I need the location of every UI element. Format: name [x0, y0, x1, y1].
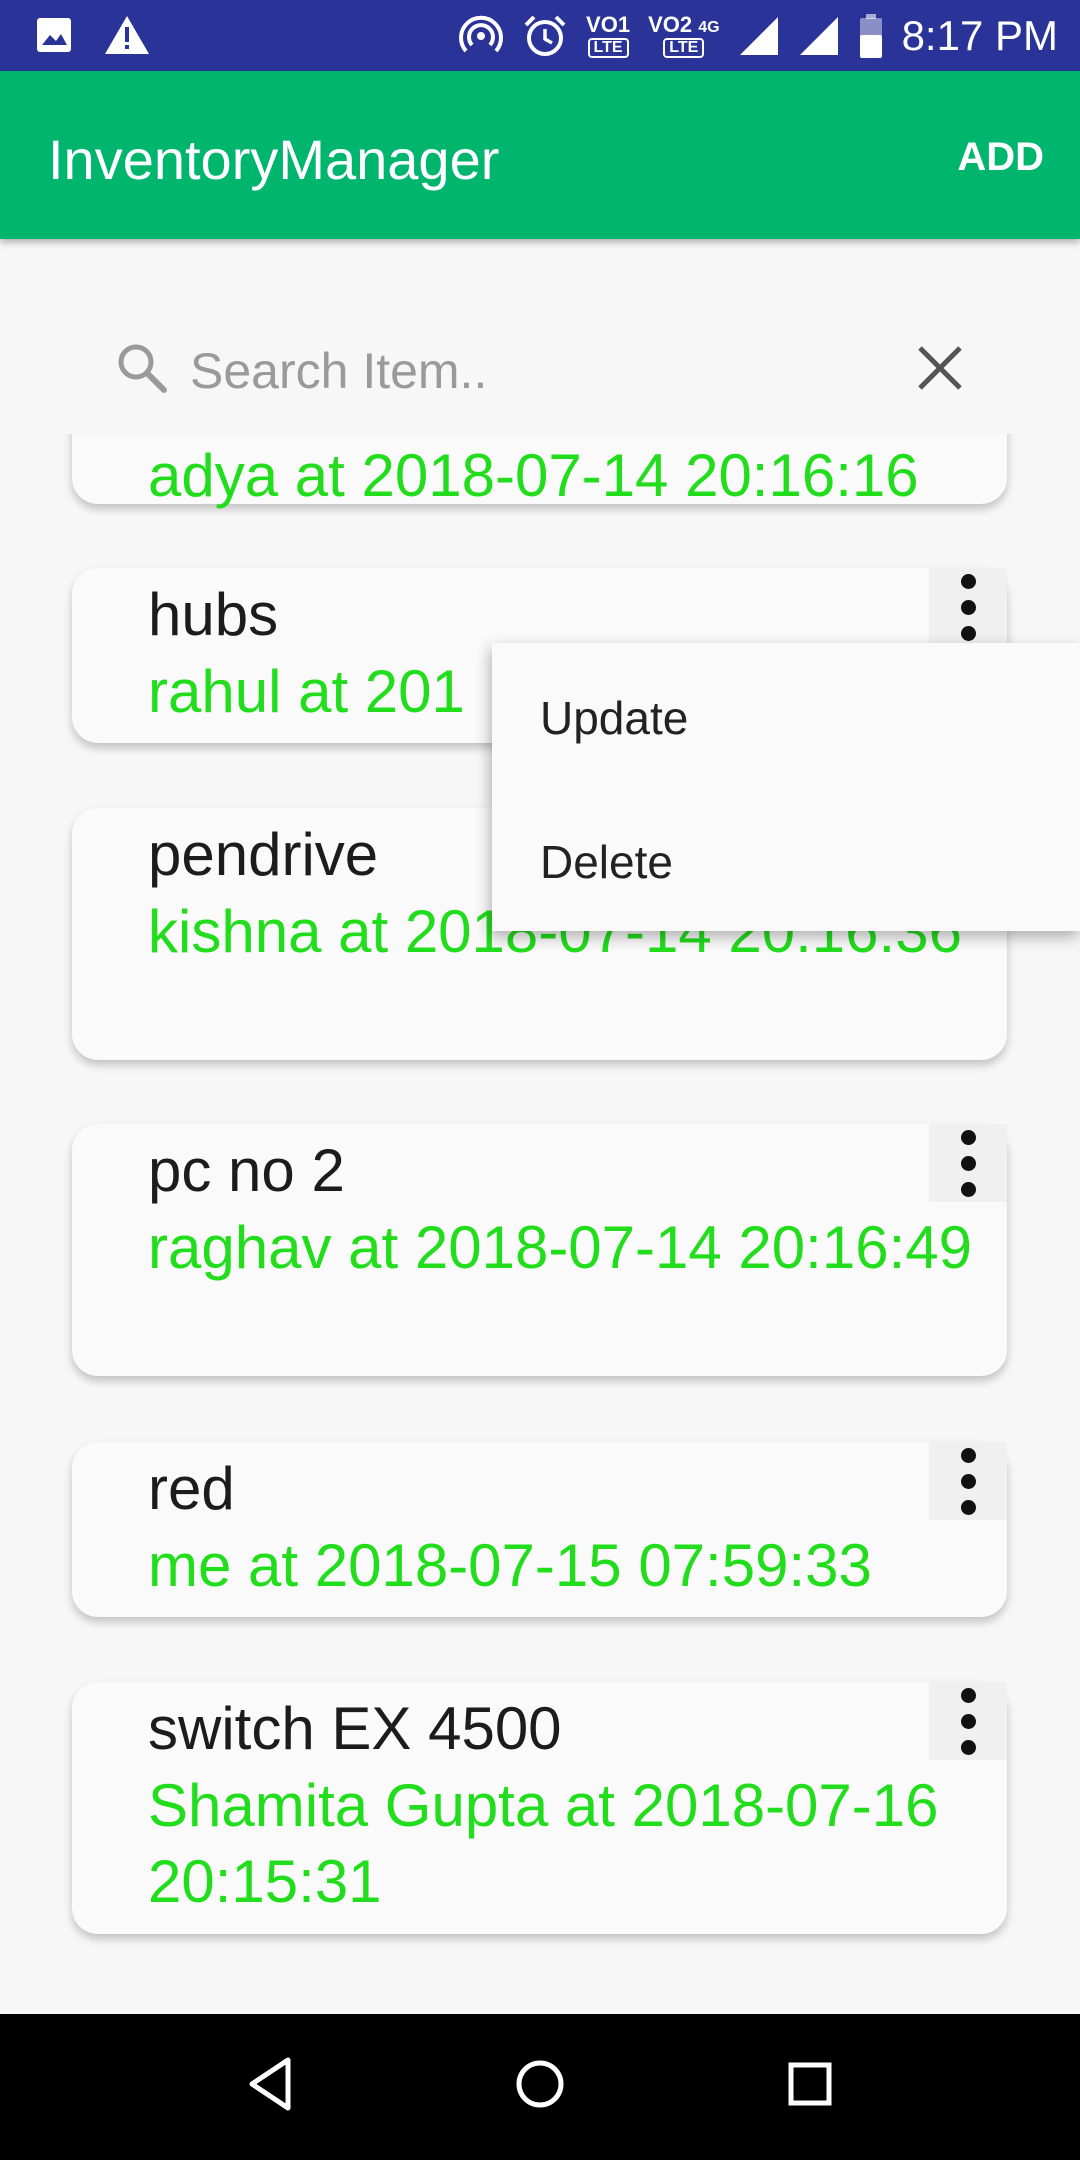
item-subtitle: adya at 2018-07-14 20:16:16	[148, 442, 919, 509]
item-title: red	[148, 1455, 235, 1522]
image-icon	[37, 18, 71, 52]
search-bar	[110, 330, 990, 412]
search-input[interactable]	[188, 330, 892, 412]
back-icon[interactable]	[246, 2054, 296, 2114]
list-item[interactable]: red me at 2018-07-15 07:59:33	[72, 1442, 1007, 1617]
status-bar-system: VO1 LTE VO2 4G LTE 8:17 PM	[458, 0, 1058, 71]
navigation-bar	[0, 2014, 1080, 2160]
item-title: pendrive	[148, 821, 379, 888]
menu-item-update[interactable]: Update	[540, 691, 688, 745]
item-title: switch EX 4500	[148, 1695, 562, 1762]
list-item[interactable]: adya at 2018-07-14 20:16:16	[72, 434, 1007, 509]
item-title: pc no 2	[148, 1137, 345, 1204]
more-options-icon[interactable]	[929, 1124, 1007, 1202]
home-icon[interactable]	[514, 2054, 566, 2114]
app-title: InventoryManager	[48, 128, 500, 191]
close-icon[interactable]	[910, 338, 970, 398]
more-options-icon[interactable]	[929, 1442, 1007, 1520]
more-options-icon[interactable]	[929, 1682, 1007, 1760]
menu-item-delete[interactable]: Delete	[540, 835, 673, 889]
item-title: hubs	[148, 581, 279, 648]
list-item[interactable]: switch EX 4500 Shamita Gupta at 2018-07-…	[72, 1682, 1007, 1934]
sim1-badge: VO1 LTE	[586, 11, 631, 58]
item-subtitle: me at 2018-07-15 07:59:33	[148, 1532, 872, 1599]
signal-icon	[739, 16, 778, 55]
status-bar-notifications	[34, 14, 150, 56]
battery-icon	[859, 13, 882, 58]
add-button[interactable]: ADD	[957, 135, 1044, 180]
signal-icon	[799, 16, 838, 55]
alarm-icon	[524, 15, 566, 56]
search-icon	[118, 344, 167, 393]
list-item[interactable]: pc no 2 raghav at 2018-07-14 20:16:49	[72, 1124, 1007, 1376]
more-options-icon[interactable]	[929, 568, 1007, 646]
recents-icon[interactable]	[786, 2054, 834, 2114]
item-subtitle: raghav at 2018-07-14 20:16:49	[148, 1214, 972, 1281]
clock: 8:17 PM	[901, 11, 1058, 59]
app-bar: InventoryManager ADD	[0, 71, 1080, 239]
hotspot-icon	[459, 15, 504, 52]
context-menu: Update Delete	[492, 643, 1080, 931]
status-bar: VO1 LTE VO2 4G LTE 8:17 PM	[0, 0, 1080, 71]
warning-icon	[105, 16, 149, 54]
item-subtitle: Shamita Gupta at 2018-07-16 20:15:31	[148, 1772, 939, 1915]
sim2-badge: VO2 4G LTE	[648, 11, 720, 58]
